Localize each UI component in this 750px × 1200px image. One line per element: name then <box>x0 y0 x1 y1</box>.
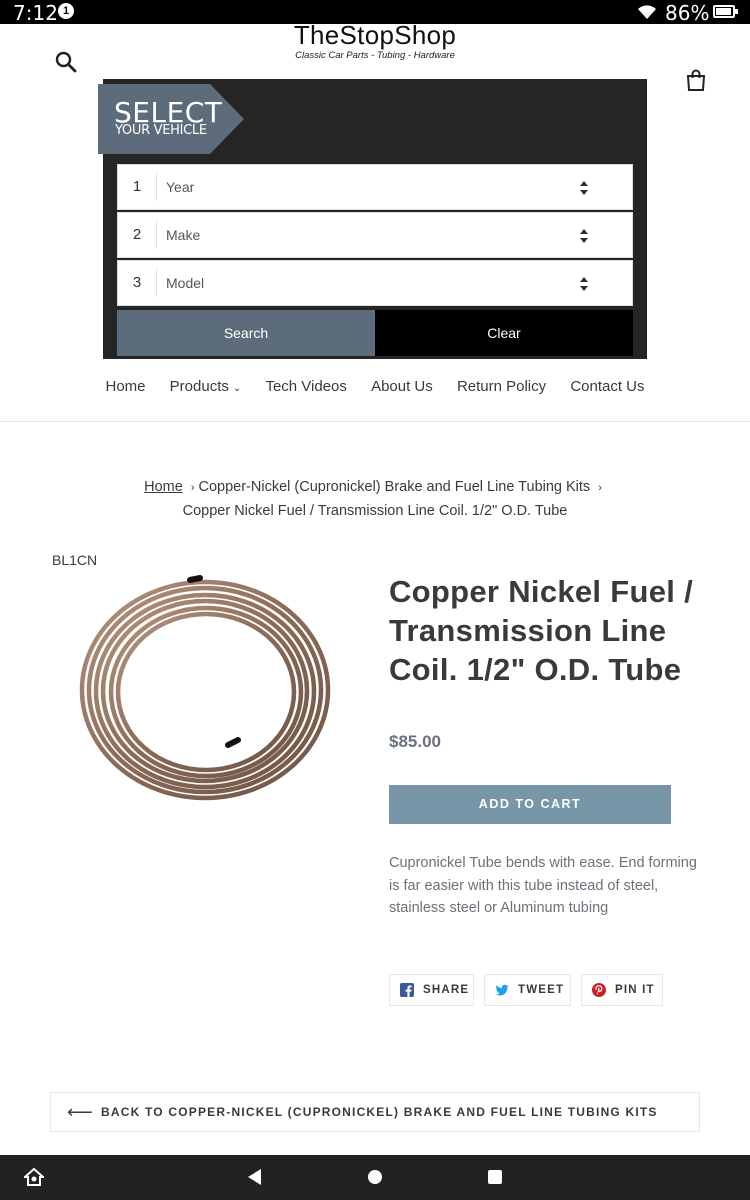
back-to-collection-link[interactable]: ⟵ BACK TO COPPER-NICKEL (CUPRONICKEL) BR… <box>50 1092 700 1132</box>
breadcrumb-separator: › <box>190 482 195 494</box>
banner-line2: YOUR VEHICLE <box>115 123 207 138</box>
nav-products[interactable]: Products ⌄ <box>170 378 242 395</box>
system-home-icon[interactable] <box>368 1170 382 1184</box>
make-select[interactable]: 2 Make <box>117 212 633 258</box>
share-pinterest-label: PIN IT <box>615 984 655 996</box>
vehicle-search-button[interactable]: Search <box>117 310 375 356</box>
breadcrumb-separator: › <box>598 482 602 494</box>
share-facebook-label: SHARE <box>423 984 470 996</box>
share-twitter-button[interactable]: TWEET <box>484 974 571 1006</box>
store-logo[interactable]: TheStopShop Classic Car Parts - Tubing -… <box>0 20 750 61</box>
battery-icon <box>713 5 738 18</box>
store-tagline: Classic Car Parts - Tubing - Hardware <box>295 50 455 61</box>
nav-return-policy[interactable]: Return Policy <box>457 378 546 395</box>
nav-products-label: Products <box>169 378 229 395</box>
breadcrumb-collection[interactable]: Copper-Nickel (Cupronickel) Brake and Fu… <box>199 479 591 495</box>
nav-home[interactable]: Home <box>105 378 145 395</box>
accessibility-home-icon[interactable] <box>24 1167 44 1187</box>
vehicle-clear-button[interactable]: Clear <box>375 310 633 356</box>
product-price: $85.00 <box>389 732 441 751</box>
system-nav-bar <box>0 1155 750 1200</box>
shopping-bag-icon[interactable] <box>684 68 708 92</box>
breadcrumb: Home › Copper-Nickel (Cupronickel) Brake … <box>0 476 750 523</box>
pinterest-icon <box>592 983 606 997</box>
system-recents-icon[interactable] <box>488 1170 502 1184</box>
select-arrows-icon <box>580 229 588 243</box>
wifi-icon <box>638 5 656 19</box>
select-arrows-icon <box>580 181 588 195</box>
share-facebook-button[interactable]: SHARE <box>389 974 474 1006</box>
add-to-cart-button[interactable]: ADD TO CART <box>389 785 671 824</box>
share-pinterest-button[interactable]: PIN IT <box>581 974 663 1006</box>
breadcrumb-home[interactable]: Home <box>144 479 183 495</box>
twitter-icon <box>495 984 509 996</box>
select-arrows-icon <box>580 277 588 291</box>
notification-badge: 1 <box>58 3 74 19</box>
model-select[interactable]: 3 Model <box>117 260 633 306</box>
chevron-down-icon: ⌄ <box>232 383 242 394</box>
search-icon[interactable] <box>54 50 78 74</box>
nav-about-us[interactable]: About Us <box>371 378 433 395</box>
system-back-icon[interactable] <box>248 1169 261 1185</box>
product-title: Copper Nickel Fuel / Transmission Line C… <box>389 574 694 687</box>
year-select[interactable]: 1 Year <box>117 164 633 210</box>
step-number: 2 <box>132 226 142 243</box>
nav-divider <box>0 421 750 422</box>
model-select-label: Model <box>166 275 205 291</box>
breadcrumb-current: Copper Nickel Fuel / Transmission Line C… <box>182 503 568 519</box>
select-vehicle-banner: SELECT YOUR VEHICLE <box>98 84 244 154</box>
facebook-icon <box>400 983 414 997</box>
step-number: 3 <box>132 274 142 291</box>
product-description: Cupronickel Tube bends with ease. End fo… <box>389 855 697 916</box>
share-twitter-label: TWEET <box>518 984 565 996</box>
back-to-collection-label: BACK TO COPPER-NICKEL (CUPRONICKEL) BRAK… <box>101 1105 658 1119</box>
main-nav: Home Products ⌄ Tech Videos About Us Retu… <box>0 378 750 395</box>
nav-tech-videos[interactable]: Tech Videos <box>265 378 346 395</box>
product-sku: BL1CN <box>52 552 98 568</box>
make-select-label: Make <box>166 227 201 243</box>
year-select-label: Year <box>166 179 195 195</box>
arrow-left-icon: ⟵ <box>67 1102 95 1122</box>
step-number: 1 <box>132 178 142 195</box>
nav-contact-us[interactable]: Contact Us <box>570 378 644 395</box>
product-image[interactable] <box>60 570 360 810</box>
store-name: TheStopShop <box>293 20 457 50</box>
